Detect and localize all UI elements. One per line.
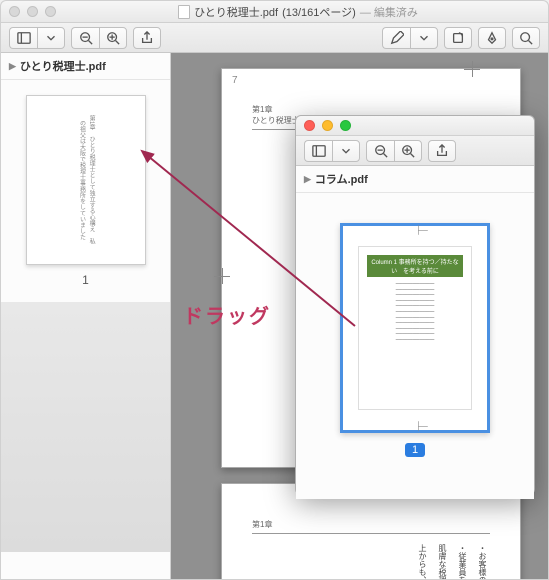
zoom-in-button[interactable] [99,27,127,49]
page-number-top: 7 [232,75,238,86]
sidebar-icon [17,31,31,45]
rotate-icon [451,31,465,45]
sidebar-icon [312,144,326,158]
sub-titlebar [296,116,534,136]
zoom-in-button[interactable] [394,140,422,162]
crop-mark-icon [413,421,423,431]
column-body-placeholder: ━━━━━━━━━━━━━━━━━━━━━━━━━━━━━━━━━━━━━━━━… [367,281,463,343]
zoom-out-icon [374,144,388,158]
rotate-button[interactable] [444,27,472,49]
body-line: ・お客様の信頼を [474,544,490,579]
pen-tip-icon [485,31,499,45]
sub-traffic-lights [304,120,351,131]
zoom-group [71,27,127,49]
sub-toolbar [296,136,534,166]
thumbnail-sidebar: ▶ ひとり税理士.pdf 第1章 ひとり税理士として独立する心構え 私の祖父は大… [1,53,171,579]
markup-group [382,27,438,49]
drag-label-annotation: ドラッグ [183,300,271,329]
close-button[interactable] [304,120,315,131]
zoom-out-button[interactable] [366,140,394,162]
close-button[interactable] [9,6,20,17]
sidebar-header[interactable]: ▶ ひとり税理士.pdf [1,53,170,80]
page-thumbnail[interactable]: 第1章 ひとり税理士として独立する心構え 私の祖父は大阪で税理士事務所をしていま… [26,95,146,265]
sidebar-view-button[interactable] [9,27,37,49]
sidebar-view-button[interactable] [304,140,332,162]
title-doc-name: ひとり税理士.pdf [194,4,278,20]
window-title: ひとり税理士.pdf (13/161ページ) — 編集済み [56,4,540,20]
page-chapter-header: 第1章 [252,519,490,534]
chapter-number: 第1章 [252,520,272,529]
sidebar-doc-name: ひとり税理士.pdf [20,58,106,74]
crop-mark-icon [464,61,480,77]
thumbnail-page-number: 1 [16,273,155,287]
chapter-number: 第1章 [252,105,272,114]
disclosure-triangle-icon[interactable]: ▶ [9,61,16,72]
sub-thumbnail-area: Column 1 事務所を持つ／持たない を考える前に ━━━━━━━━━━━━… [296,193,534,499]
zoom-in-icon [106,31,120,45]
sub-page-thumbnail-selected[interactable]: Column 1 事務所を持つ／持たない を考える前に ━━━━━━━━━━━━… [340,223,490,433]
column-content: Column 1 事務所を持つ／持たない を考える前に ━━━━━━━━━━━━… [358,246,472,410]
minimize-button[interactable] [27,6,38,17]
main-titlebar: ひとり税理士.pdf (13/161ページ) — 編集済み [1,1,548,23]
body-line: 肌膚な税理士をめ [434,544,450,579]
sub-view-mode-group [304,140,360,162]
page-body-text: ・お客様の信頼を ・従業員を大切に 肌膚な税理士をめ 上からも、下から [252,544,490,579]
crop-mark-icon [413,225,423,235]
title-edited-status: — 編集済み [360,4,418,20]
search-button[interactable] [512,27,540,49]
zoom-button[interactable] [45,6,56,17]
view-mode-group [9,27,65,49]
sub-thumbnail-page-number: 1 [405,443,425,457]
markup-dropdown-button[interactable] [410,27,438,49]
share-icon [140,31,154,45]
sidebar-empty-area [1,302,170,552]
pencil-icon [390,31,404,45]
traffic-lights [9,6,56,17]
view-dropdown-button[interactable] [332,140,360,162]
chevron-down-icon [417,31,431,45]
sub-zoom-group [366,140,422,162]
crop-mark-icon [214,268,230,284]
annotate-button[interactable] [478,27,506,49]
share-icon [435,144,449,158]
view-dropdown-button[interactable] [37,27,65,49]
zoom-out-button[interactable] [71,27,99,49]
sub-preview-window[interactable]: ▶ コラム.pdf Column 1 事務所を持つ／持たない を考える前に ━━… [295,115,535,495]
share-button[interactable] [133,27,161,49]
sub-doc-name: コラム.pdf [315,171,368,187]
sub-sidebar-header[interactable]: ▶ コラム.pdf [296,166,534,193]
search-icon [519,31,533,45]
minimize-button[interactable] [322,120,333,131]
zoom-button[interactable] [340,120,351,131]
body-line: 上からも、下から [414,544,430,579]
markup-button[interactable] [382,27,410,49]
thumbnail-area: 第1章 ひとり税理士として独立する心構え 私の祖父は大阪で税理士事務所をしていま… [1,80,170,302]
thumbnail-preview-text: 第1章 ひとり税理士として独立する心構え 私の祖父は大阪で税理士事務所をしていま… [66,109,105,252]
title-page-count: (13/161ページ) [282,4,356,20]
body-line: ・従業員を大切に [454,544,470,579]
zoom-out-icon [79,31,93,45]
column-label-bar: Column 1 事務所を持つ／持たない を考える前に [367,255,463,277]
main-toolbar [1,23,548,53]
chevron-down-icon [44,31,58,45]
zoom-in-icon [401,144,415,158]
share-button[interactable] [428,140,456,162]
column-number: Column 1 [371,260,397,266]
chevron-down-icon [339,144,353,158]
disclosure-triangle-icon[interactable]: ▶ [304,174,311,185]
column-title: 事務所を持つ／持たない を考える前に [391,260,459,275]
document-icon [178,5,190,19]
